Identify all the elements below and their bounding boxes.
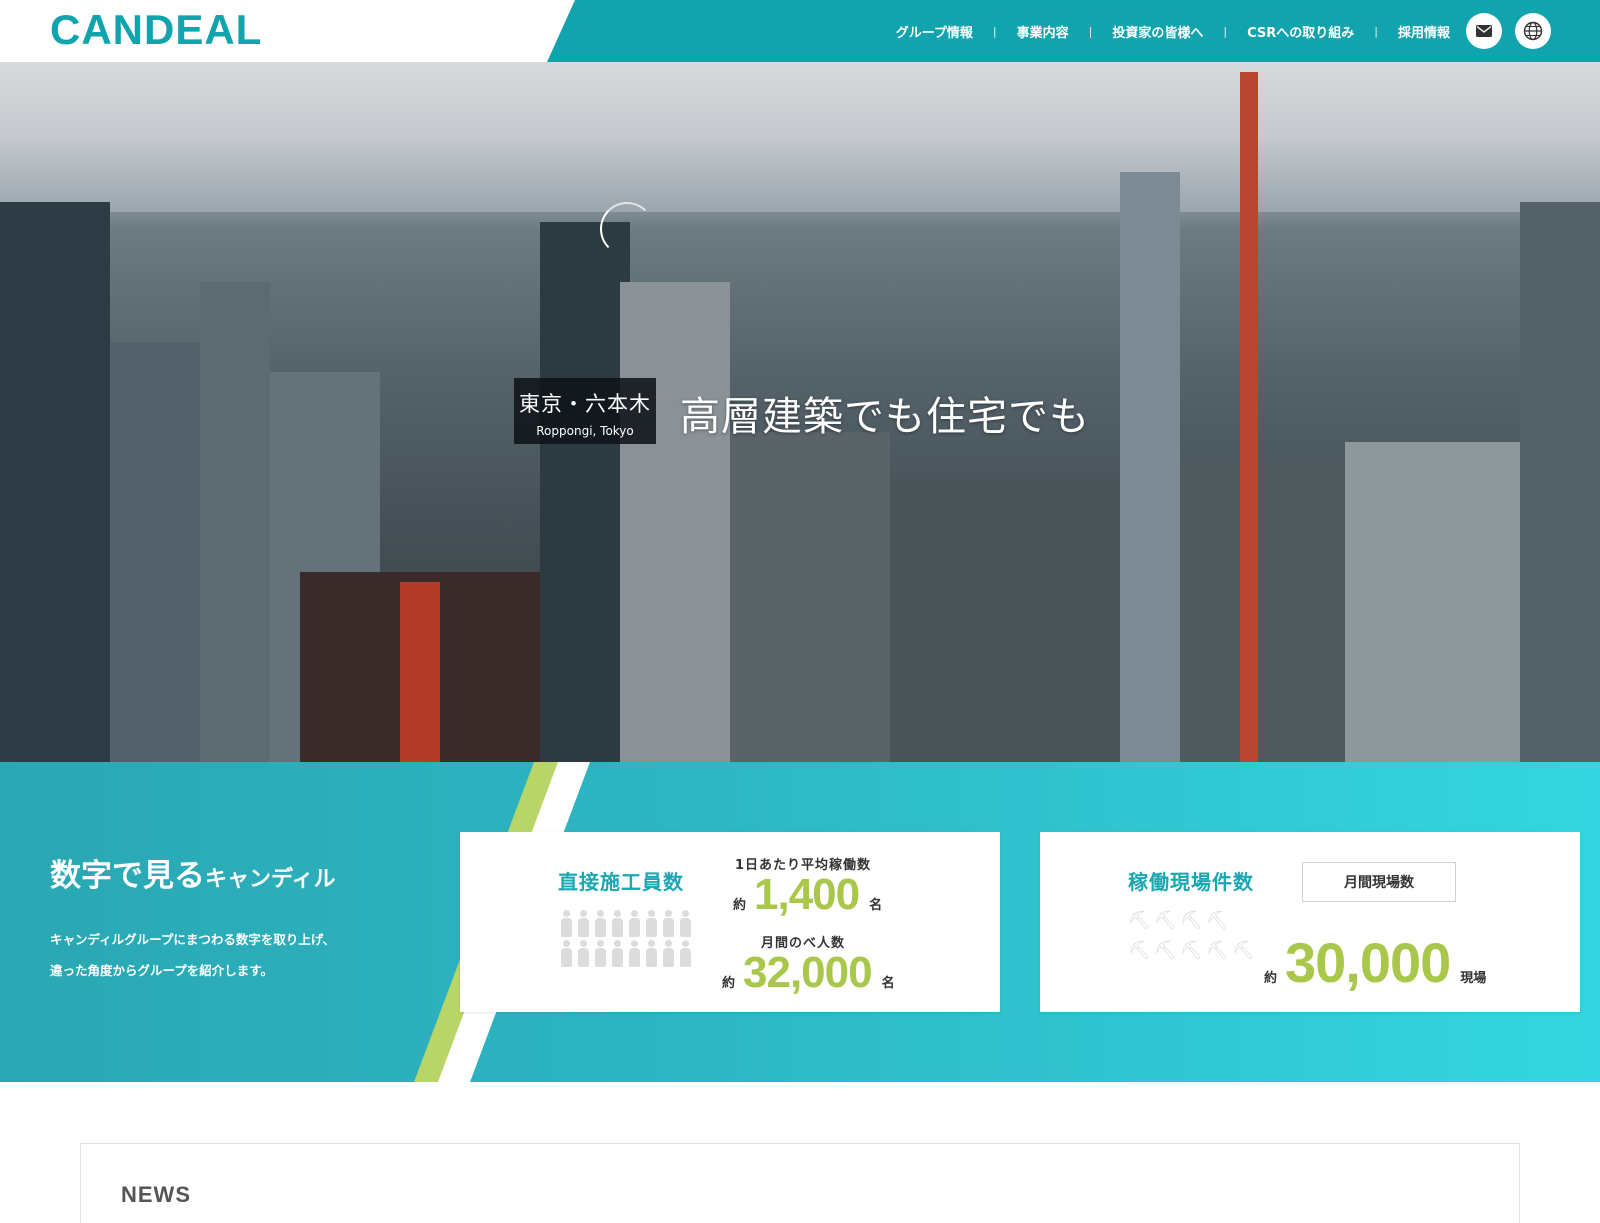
loading-spinner-icon [600,202,654,256]
person-icon [662,940,675,967]
card-title: 稼働現場件数 [1128,870,1254,894]
building-shape [1240,72,1258,762]
stats-title-main: 数字で見る [50,858,205,894]
monthly-sites-tag: 月間現場数 [1302,862,1456,902]
worker-icon: ⛏ [1180,940,1203,961]
logo[interactable]: CANDEAL [50,4,262,56]
worker-icon: ⛏ [1206,910,1229,931]
worker-icon-grid: ⛏ ⛏ ⛏ ⛏ ⛏ ⛏ ⛏ ⛏ ⛏ [1128,910,1255,961]
person-icon [577,940,590,967]
location-jp: 東京・六本木 [519,392,651,416]
person-icon [679,910,692,937]
person-icon [594,940,607,967]
approx-label: 約 [722,976,736,991]
nav-separator: | [1088,24,1093,38]
unit-label: 名 [869,898,883,913]
stats-desc-line: 違った角度からグループを紹介します。 [50,963,274,978]
hero-caption: 高層建築でも住宅でも [680,394,1090,440]
person-icon [594,910,607,937]
news-section: NEWS [80,1143,1520,1223]
unit-label: 名 [881,976,895,991]
person-icon [628,910,641,937]
stat-value-row: 約 1,400 名 [733,870,882,920]
person-icon [645,910,658,937]
main-nav: グループ情報 | 事業内容 | 投資家の皆様へ | CSRへの取り組み | 採用… [894,0,1452,62]
stats-title-small: キャンディル [205,867,336,892]
worker-icon: ⛏ [1232,940,1255,961]
hero-video: 東京・六本木 Roppongi, Tokyo 高層建築でも住宅でも [0,62,1600,762]
nav-item-business[interactable]: 事業内容 [1015,22,1071,41]
building-shape [400,582,440,762]
nav-item-recruit[interactable]: 採用情報 [1396,22,1452,41]
stat-value: 32,000 [743,948,873,997]
mail-icon [1476,25,1492,37]
building-shape [1120,172,1180,762]
news-title: NEWS [121,1182,191,1207]
stats-section: 数字で見るキャンディル キャンディルグループにまつわる数字を取り上げ、 違った角… [0,762,1600,1082]
stats-title: 数字で見るキャンディル [50,850,335,895]
nav-item-csr[interactable]: CSRへの取り組み [1245,22,1356,41]
person-icon [645,940,658,967]
stat-value-row: 約 32,000 名 [722,948,895,998]
hero-sky [0,62,1600,212]
building-shape [1520,202,1600,762]
building-shape [200,282,270,762]
location-label: 東京・六本木 Roppongi, Tokyo [514,378,656,444]
nav-item-group[interactable]: グループ情報 [894,22,975,41]
nav-separator: | [992,24,997,38]
worker-icon: ⛏ [1128,910,1151,931]
worker-icon: ⛏ [1128,940,1151,961]
building-shape [540,222,630,762]
mail-button[interactable] [1466,13,1502,49]
nav-separator: | [1374,24,1378,38]
site-header: CANDEAL グループ情報 | 事業内容 | 投資家の皆様へ | CSRへの取… [0,0,1600,62]
nav-separator: | [1223,24,1228,38]
building-shape [620,282,730,762]
stat-value: 30,000 [1285,931,1451,994]
stats-description: キャンディルグループにまつわる数字を取り上げ、 違った角度からグループを紹介しま… [50,924,335,986]
person-icon [577,910,590,937]
worker-icon [1232,912,1254,930]
person-icon [679,940,692,967]
person-icon [662,910,675,937]
building-shape [890,482,1140,762]
card-title: 直接施工員数 [558,870,684,894]
building-shape [0,202,110,762]
worker-icon: ⛏ [1154,940,1177,961]
person-icon [560,940,573,967]
building-shape [730,432,890,762]
stat-value-row: 約 30,000 現場 [1264,930,1486,995]
worker-icon: ⛏ [1180,910,1203,931]
building-shape [110,342,200,762]
stat-value: 1,400 [754,870,860,919]
approx-label: 約 [733,898,747,913]
person-icon [560,910,573,937]
location-en: Roppongi, Tokyo [536,424,634,438]
unit-label: 現場 [1460,971,1487,986]
person-icon [628,940,641,967]
stats-desc-line: キャンディルグループにまつわる数字を取り上げ、 [50,932,336,947]
globe-icon [1523,21,1543,41]
person-icon [611,940,624,967]
person-icon [611,910,624,937]
stat-card-sites[interactable]: 稼働現場件数 月間現場数 ⛏ ⛏ ⛏ ⛏ ⛏ ⛏ ⛏ ⛏ ⛏ 約 30,000 … [1040,832,1580,1012]
nav-item-investors[interactable]: 投資家の皆様へ [1110,22,1205,41]
approx-label: 約 [1264,971,1278,986]
stat-card-workers[interactable]: 直接施工員数 1日あたり平均稼働数 約 1,400 名 月間のべ人数 約 32,… [460,832,1000,1012]
worker-icon: ⛏ [1154,910,1177,931]
worker-icon: ⛏ [1206,940,1229,961]
people-icon-grid [560,910,695,967]
language-button[interactable] [1515,13,1551,49]
